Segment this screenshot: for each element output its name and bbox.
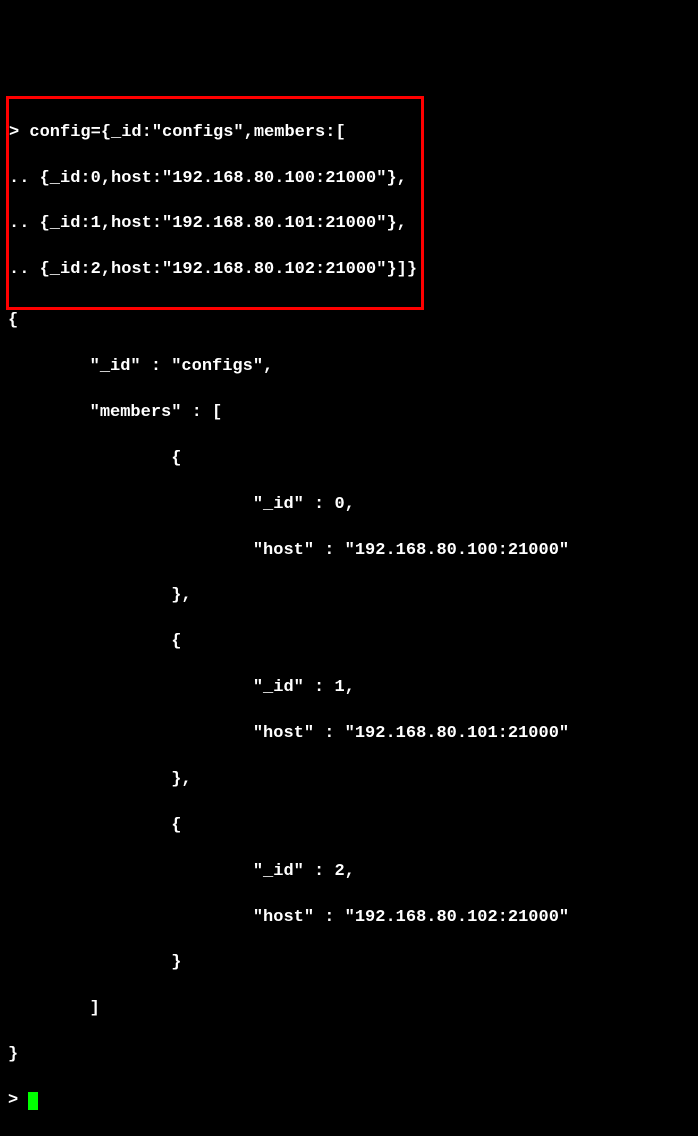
- prompt-line[interactable]: >: [8, 1091, 38, 1110]
- output-line: }: [8, 1044, 690, 1067]
- output-line: },: [8, 585, 690, 608]
- highlighted-input-block: > config={_id:"configs",members:[ .. {_i…: [6, 96, 424, 310]
- command-line-2[interactable]: .. {_id:0,host:"192.168.80.100:21000"},: [9, 168, 417, 191]
- output-line: "_id" : "configs",: [8, 356, 690, 379]
- output-line: "_id" : 2,: [8, 861, 690, 884]
- output-line: {: [8, 448, 690, 471]
- output-line: }: [8, 952, 690, 975]
- command-line-1[interactable]: > config={_id:"configs",members:[: [9, 122, 417, 145]
- output-line: "host" : "192.168.80.102:21000": [8, 907, 690, 930]
- output-line: "host" : "192.168.80.100:21000": [8, 540, 690, 563]
- output-line: },: [8, 769, 690, 792]
- output-line: "_id" : 0,: [8, 494, 690, 517]
- output-line: {: [8, 631, 690, 654]
- output-line: "_id" : 1,: [8, 677, 690, 700]
- output-line: ]: [8, 998, 690, 1021]
- output-line: {: [8, 815, 690, 838]
- prompt-symbol: >: [8, 1091, 28, 1110]
- command-line-3[interactable]: .. {_id:1,host:"192.168.80.101:21000"},: [9, 213, 417, 236]
- output-line: "host" : "192.168.80.101:21000": [8, 723, 690, 746]
- output-line: "members" : [: [8, 402, 690, 425]
- cursor-icon: [28, 1092, 38, 1110]
- command-line-4[interactable]: .. {_id:2,host:"192.168.80.102:21000"}]}: [9, 259, 417, 282]
- output-line: {: [8, 310, 690, 333]
